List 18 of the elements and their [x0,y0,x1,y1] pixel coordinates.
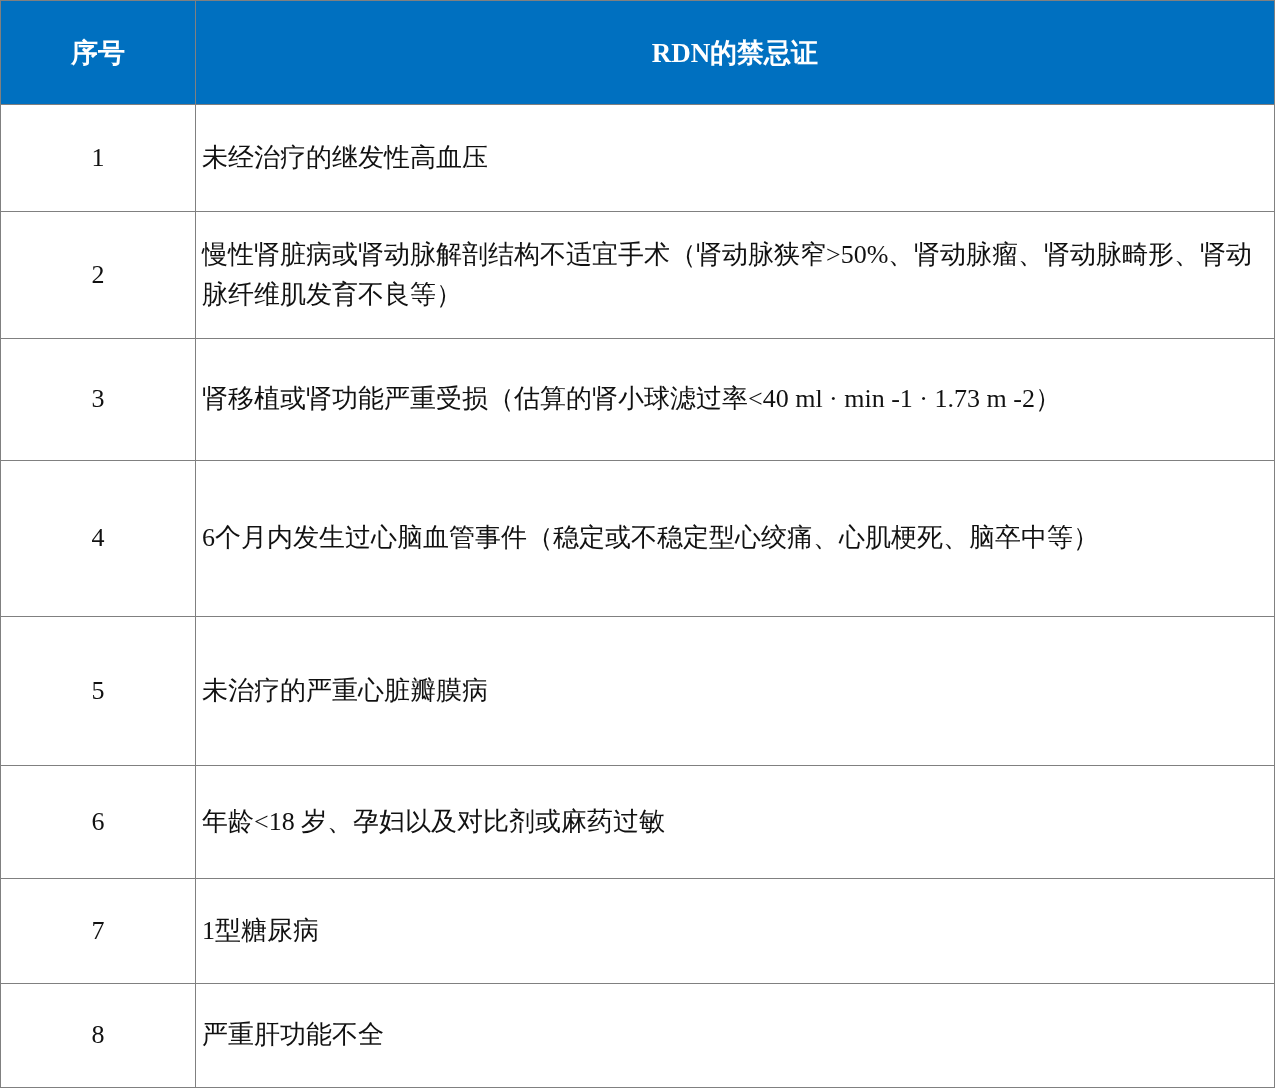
table-cell: 6 [1,766,196,879]
table-cell: 慢性肾脏病或肾动脉解剖结构不适宜手术（肾动脉狭窄>50%、肾动脉瘤、肾动脉畸形、肾动脉纤维肌发育不良等） [196,212,1275,339]
table-cell: 6个月内发生过心脑血管事件（稳定或不稳定型心绞痛、心肌梗死、脑卒中等） [196,461,1275,617]
column-header: RDN的禁忌证 [196,1,1275,105]
column-header: 序号 [1,1,196,105]
table-cell: 严重肝功能不全 [196,984,1275,1088]
table-cell: 8 [1,984,196,1088]
table-cell: 未经治疗的继发性高血压 [196,105,1275,212]
table-cell: 4 [1,461,196,617]
table-cell: 年龄<18 岁、孕妇以及对比剂或麻药过敏 [196,766,1275,879]
table-cell: 1 [1,105,196,212]
table-cell: 5 [1,617,196,766]
table-cell: 肾移植或肾功能严重受损（估算的肾小球滤过率<40 ml · min -1 · 1.73 m -2） [196,339,1275,461]
table-cell: 未治疗的严重心脏瓣膜病 [196,617,1275,766]
table-cell: 1型糖尿病 [196,879,1275,984]
table-cell: 3 [1,339,196,461]
table-cell: 7 [1,879,196,984]
table-cell: 2 [1,212,196,339]
